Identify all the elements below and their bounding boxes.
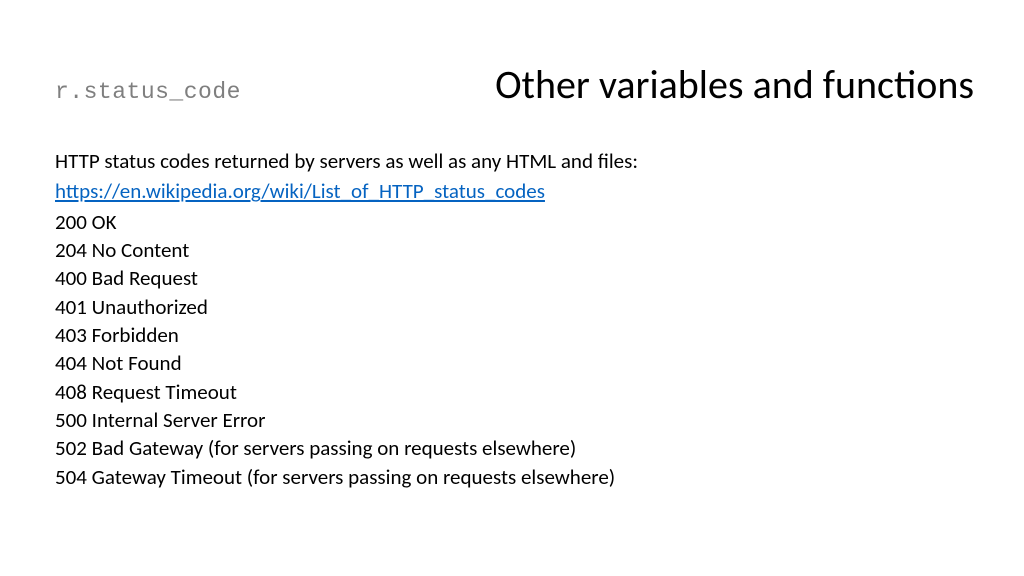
slide-title: Other variables and functions — [495, 60, 984, 109]
status-code-list: 200 OK 204 No Content 400 Bad Request 40… — [55, 208, 984, 491]
list-item: 500 Internal Server Error — [55, 406, 984, 434]
list-item: 204 No Content — [55, 236, 984, 264]
reference-link[interactable]: https://en.wikipedia.org/wiki/List_of_HT… — [55, 178, 545, 204]
list-item: 404 Not Found — [55, 349, 984, 377]
list-item: 200 OK — [55, 208, 984, 236]
list-item: 400 Bad Request — [55, 264, 984, 292]
code-identifier: r.status_code — [55, 69, 241, 105]
list-item: 504 Gateway Timeout (for servers passing… — [55, 463, 984, 491]
list-item: 408 Request Timeout — [55, 378, 984, 406]
intro-text: HTTP status codes returned by servers as… — [55, 147, 984, 175]
list-item: 401 Unauthorized — [55, 293, 984, 321]
list-item: 502 Bad Gateway (for servers passing on … — [55, 434, 984, 462]
slide: r.status_code Other variables and functi… — [0, 0, 1024, 576]
slide-header: r.status_code Other variables and functi… — [55, 60, 984, 109]
list-item: 403 Forbidden — [55, 321, 984, 349]
slide-body: HTTP status codes returned by servers as… — [55, 147, 984, 491]
